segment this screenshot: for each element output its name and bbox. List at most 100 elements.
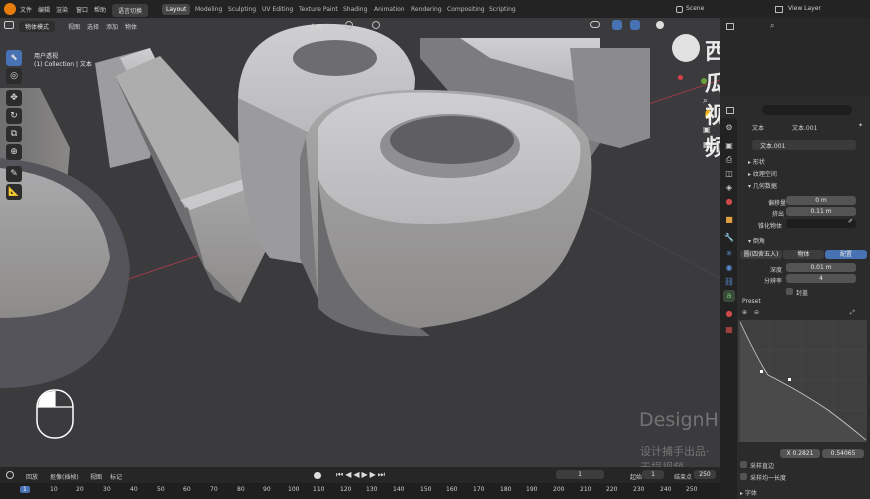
world-tab-icon[interactable]: ●: [723, 196, 735, 208]
resolution-field[interactable]: 4: [786, 274, 856, 283]
menu-object[interactable]: 物体: [125, 22, 137, 31]
preset-section[interactable]: Preset: [742, 298, 761, 305]
menu-keying[interactable]: 抠像(插帧): [50, 472, 79, 481]
object-mode-dropdown[interactable]: 物体模式: [19, 21, 56, 32]
3d-viewport[interactable]: 物体模式 视图 选择 添加 物体 全局 用户透视 (1) Collection …: [0, 18, 720, 467]
language-switch-button[interactable]: 语言切换: [112, 4, 149, 17]
curve-zoom-out-icon[interactable]: ⊖: [754, 309, 759, 316]
bevel-mode-round[interactable]: 圆(四舍五入): [740, 250, 782, 259]
editor-type-icon[interactable]: [4, 21, 14, 29]
font-section[interactable]: ▸ 字体: [740, 488, 757, 497]
curve-x-field[interactable]: X 0.2821: [780, 449, 820, 458]
sample-straight-checkbox[interactable]: [740, 461, 747, 468]
bevel-mode-object[interactable]: 物体: [783, 250, 824, 259]
shape-section[interactable]: ▸ 形状: [748, 157, 765, 166]
blender-logo-icon[interactable]: [4, 3, 16, 15]
record-button[interactable]: [314, 472, 321, 479]
xray-toggle-icon[interactable]: [630, 20, 640, 30]
material-tab-icon[interactable]: ●: [723, 308, 735, 320]
tab-compositing[interactable]: Compositing: [443, 4, 489, 15]
view-layer-tab-icon[interactable]: ◫: [723, 168, 735, 180]
frame-ruler[interactable]: 1 10 20 30 40 50 60 70 80 90 100 110 120…: [0, 483, 720, 499]
menu-edit[interactable]: 编辑: [38, 5, 50, 14]
output-tab-icon[interactable]: ⎙: [723, 154, 735, 166]
modifier-tab-icon[interactable]: 🔧: [723, 232, 735, 244]
bevel-mode-profile[interactable]: 配置: [825, 250, 867, 259]
timeline-editor-icon[interactable]: [6, 471, 14, 479]
props-search-field[interactable]: [762, 105, 852, 115]
menu-help[interactable]: 帮助: [94, 5, 106, 14]
extrude-field[interactable]: 0.11 m: [786, 207, 856, 216]
scale-tool[interactable]: ⧉: [6, 126, 22, 142]
scene-selector[interactable]: Scene: [686, 5, 704, 12]
tool-tab-icon[interactable]: ⚙: [723, 122, 735, 134]
tab-uv-editing[interactable]: UV Editing: [258, 4, 297, 15]
tab-layout[interactable]: Layout: [162, 4, 191, 15]
scene-tab-icon[interactable]: ◈: [723, 182, 735, 194]
playback-controls[interactable]: ⏮◀◀▶▶⏭: [336, 470, 387, 480]
menu-timeline-view[interactable]: 视图: [90, 472, 102, 481]
texture-tab-icon[interactable]: ▦: [723, 324, 735, 336]
eyedropper-icon[interactable]: ✐: [848, 218, 853, 225]
profile-curve-widget[interactable]: [738, 320, 867, 442]
particles-tab-icon[interactable]: ✳: [723, 248, 735, 260]
cursor-tool[interactable]: ◎: [6, 68, 22, 84]
proportional-edit-icon[interactable]: [372, 21, 380, 29]
tab-animation[interactable]: Animation: [370, 4, 409, 15]
curve-y-field[interactable]: 0.54065: [822, 449, 864, 458]
menu-window[interactable]: 窗口: [76, 5, 88, 14]
curve-zoom-in-icon[interactable]: ⊕: [742, 309, 747, 316]
tab-texture-paint[interactable]: Texture Paint: [295, 4, 342, 15]
props-editor-icon[interactable]: [726, 107, 734, 114]
bevel-section[interactable]: ▾ 倒角: [748, 236, 765, 245]
pin-icon[interactable]: ✦: [858, 122, 863, 129]
end-frame-field[interactable]: 250: [694, 470, 716, 479]
menu-playback[interactable]: 回放: [26, 472, 38, 481]
transform-tool[interactable]: ⊕: [6, 144, 22, 160]
menu-view[interactable]: 视图: [68, 22, 80, 31]
constraints-tab-icon[interactable]: ⛓: [723, 276, 735, 288]
snap-icon[interactable]: [345, 21, 353, 29]
taper-object-field[interactable]: [786, 219, 856, 228]
fill-caps-checkbox[interactable]: [786, 288, 793, 295]
menu-file[interactable]: 文件: [20, 5, 32, 14]
move-tool[interactable]: ✥: [6, 90, 22, 106]
tab-rendering[interactable]: Rendering: [407, 4, 446, 15]
start-frame-field[interactable]: 1: [642, 470, 664, 479]
annotate-tool[interactable]: ✎: [6, 166, 22, 182]
datablock-selector[interactable]: 文本.001: [752, 140, 856, 150]
tab-sculpting[interactable]: Sculpting: [224, 4, 260, 15]
physics-tab-icon[interactable]: ◉: [723, 262, 735, 274]
rotate-tool[interactable]: ↻: [6, 108, 22, 124]
geometry-section[interactable]: ▾ 几何数据: [748, 181, 777, 190]
render-tab-icon[interactable]: ▣: [723, 140, 735, 152]
offset-field[interactable]: 0 m: [786, 196, 856, 205]
texture-space-section[interactable]: ▸ 纹理空间: [748, 169, 777, 178]
current-frame-field[interactable]: 1: [556, 470, 604, 479]
tab-shading[interactable]: Shading: [339, 4, 371, 15]
menu-select[interactable]: 选择: [87, 22, 99, 31]
transform-orientation-dropdown[interactable]: 全局: [306, 21, 326, 32]
object-tab-icon[interactable]: ■: [723, 214, 735, 226]
view-layer-icon[interactable]: [775, 6, 783, 13]
outliner-search-icon[interactable]: ⌕: [770, 21, 774, 31]
axis-gizmo-y[interactable]: [678, 75, 683, 80]
profile-curve-graph[interactable]: [738, 320, 867, 442]
tab-modeling[interactable]: Modeling: [191, 4, 226, 15]
data-tab-icon[interactable]: a: [723, 290, 735, 302]
measure-tool[interactable]: 📐: [6, 184, 22, 200]
select-box-tool[interactable]: ⬉: [6, 50, 22, 66]
shading-solid-icon[interactable]: [656, 21, 664, 29]
scene-icon[interactable]: [676, 6, 683, 13]
curve-options-icon[interactable]: ⤢: [850, 309, 855, 317]
tab-scripting[interactable]: Scripting: [485, 4, 520, 15]
playhead-frame[interactable]: 1: [20, 486, 30, 493]
view-layer-selector[interactable]: View Layer: [788, 5, 821, 12]
visibility-icon[interactable]: [590, 21, 600, 28]
depth-field[interactable]: 0.01 m: [786, 263, 856, 272]
menu-add[interactable]: 添加: [106, 22, 118, 31]
menu-marker[interactable]: 标记: [110, 472, 122, 481]
outliner-filter-icon[interactable]: [726, 23, 734, 30]
menu-render[interactable]: 渲染: [56, 5, 68, 14]
sample-even-checkbox[interactable]: [740, 473, 747, 480]
